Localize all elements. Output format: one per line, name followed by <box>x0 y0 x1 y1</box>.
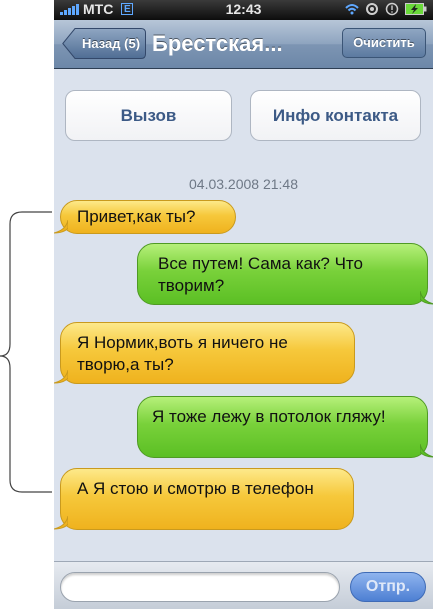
back-button[interactable]: Назад (5) <box>62 28 146 59</box>
lock-rotation-icon <box>366 3 378 15</box>
message-bubble-outgoing: Я тоже лежу в потолок гляжу! <box>137 396 433 458</box>
status-icons <box>345 2 427 16</box>
bracket-annotation <box>0 211 52 493</box>
message-bubble-incoming: Я Нормик,воть я ничего не творю,а ты? <box>54 322 355 384</box>
navigation-bar: Назад (5) Брестская... Очистить <box>54 20 433 69</box>
message-text: Все путем! Сама как? Что творим? <box>158 254 363 295</box>
composer-bar: Отпр. <box>54 561 433 609</box>
bubble-tail <box>54 516 68 530</box>
message-bubble-incoming: Привет,как ты? <box>54 200 236 234</box>
message-text: Я тоже лежу в потолок гляжу! <box>152 407 386 426</box>
bubble-tail <box>54 220 68 234</box>
message-bubble-incoming: А Я стою и смотрю в телефон <box>54 468 354 530</box>
alarm-icon <box>385 2 399 16</box>
call-button[interactable]: Вызов <box>65 90 232 141</box>
conversation-timestamp: 04.03.2008 21:48 <box>189 176 298 192</box>
send-button[interactable]: Отпр. <box>350 572 426 602</box>
bubble-tail <box>420 444 433 458</box>
bubble-tail <box>420 291 433 305</box>
message-input[interactable] <box>60 572 340 602</box>
message-text: Я Нормик,воть я ничего не творю,а ты? <box>77 333 288 374</box>
contact-info-button[interactable]: Инфо контакта <box>250 90 421 141</box>
status-bar: MTC E 12:43 <box>54 0 433 20</box>
message-text: Привет,как ты? <box>77 207 196 226</box>
back-button-label: Назад (5) <box>81 36 141 51</box>
battery-charging-icon <box>405 3 427 15</box>
conversation-title: Брестская... <box>152 31 283 56</box>
wifi-icon <box>345 4 359 15</box>
message-bubble-outgoing: Все путем! Сама как? Что творим? <box>137 243 433 305</box>
phone-screen: MTC E 12:43 Назад (5) Брестская... Очист… <box>54 0 433 609</box>
message-text: А Я стою и смотрю в телефон <box>77 479 314 498</box>
clear-button[interactable]: Очистить <box>342 28 426 58</box>
bubble-tail <box>54 370 68 384</box>
